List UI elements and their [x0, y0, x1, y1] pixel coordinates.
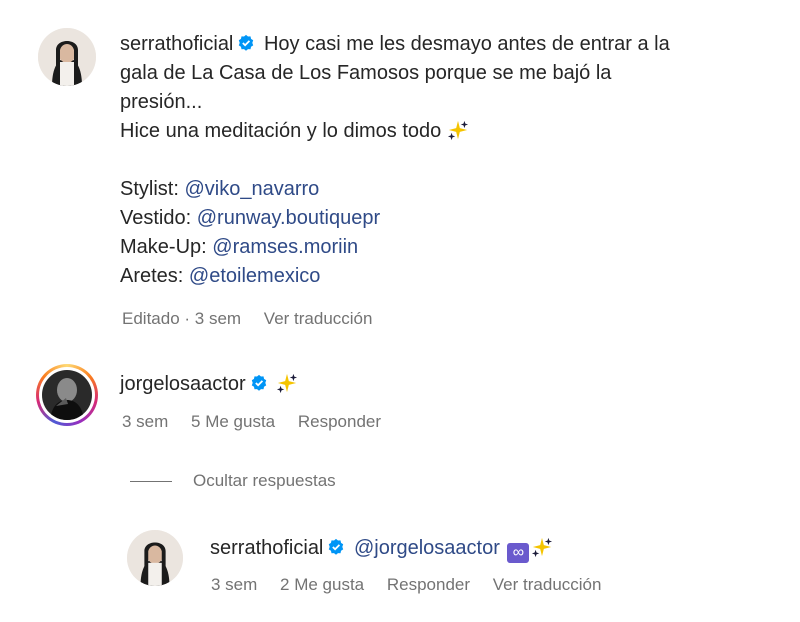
reply-author-avatar[interactable]	[127, 530, 183, 586]
sparkle-emoji-icon	[447, 120, 468, 141]
infinity-emoji-icon: ∞	[507, 543, 530, 563]
reply-mention-link[interactable]: @jorgelosaactor	[354, 537, 500, 559]
credit-line-makeup: Make-Up: @ramses.moriin	[120, 233, 780, 262]
comment-avatar-story-ring[interactable]	[36, 364, 98, 426]
comment-text: jorgelosaactor	[120, 372, 298, 396]
sparkle-emoji-icon	[277, 373, 298, 394]
verified-badge-icon	[251, 374, 266, 391]
reply-text: serrathoficial @jorgelosaactor ∞	[210, 536, 553, 563]
post-username[interactable]: serrathoficial	[120, 33, 233, 55]
credit-label: Make-Up:	[120, 236, 207, 258]
comment-time: 3 sem	[122, 412, 169, 431]
mention-link[interactable]: @ramses.moriin	[212, 236, 358, 258]
reply-time: 3 sem	[211, 575, 258, 594]
caption-text-1: Hoy casi me les desmayo antes de entrar …	[263, 33, 670, 55]
reply-meta: 3 sem 2 Me gusta Responder Ver traducció…	[211, 575, 619, 595]
translate-link[interactable]: Ver traducción	[264, 309, 373, 328]
reply-button[interactable]: Responder	[298, 412, 381, 431]
reply-username[interactable]: serrathoficial	[210, 537, 323, 559]
mention-link[interactable]: @etoilemexico	[189, 265, 320, 287]
post-meta: Editado · 3 sem Ver traducción	[122, 309, 390, 329]
sparkle-emoji-icon	[532, 537, 553, 558]
verified-badge-icon	[329, 538, 344, 555]
caption-line-1: serrathoficial Hoy casi me les desmayo a…	[120, 30, 780, 59]
mention-link[interactable]: @viko_navarro	[184, 178, 319, 200]
mention-link[interactable]: @runway.boutiquepr	[197, 207, 380, 229]
comment-meta: 3 sem 5 Me gusta Responder	[122, 412, 399, 432]
comment-likes[interactable]: 5 Me gusta	[191, 412, 275, 431]
credit-label: Vestido:	[120, 207, 192, 229]
credit-label: Aretes:	[120, 265, 184, 287]
credit-label: Stylist:	[120, 178, 179, 200]
reply-likes[interactable]: 2 Me gusta	[280, 575, 364, 594]
credit-line-stylist: Stylist: @viko_navarro	[120, 175, 780, 204]
verified-badge-icon	[239, 34, 254, 51]
post-edited-time: Editado · 3 sem	[122, 309, 242, 328]
post-author-avatar[interactable]	[38, 28, 96, 86]
comment-author-avatar	[42, 370, 92, 420]
replies-divider	[130, 481, 172, 482]
caption-text-4: Hice una meditación y lo dimos todo	[120, 120, 442, 142]
post-caption: serrathoficial Hoy casi me les desmayo a…	[120, 30, 780, 291]
caption-text-2: gala de La Casa de Los Famosos porque se…	[120, 62, 612, 84]
reply-reply-button[interactable]: Responder	[387, 575, 470, 594]
caption-line-4: Hice una meditación y lo dimos todo	[120, 117, 780, 146]
reply-translate-link[interactable]: Ver traducción	[493, 575, 602, 594]
caption-text-3: presión...	[120, 91, 203, 113]
credit-line-aretes: Aretes: @etoilemexico	[120, 262, 780, 291]
comment-username[interactable]: jorgelosaactor	[120, 373, 246, 395]
hide-replies-button[interactable]: Ocultar respuestas	[193, 471, 336, 491]
credit-line-vestido: Vestido: @runway.boutiquepr	[120, 204, 780, 233]
